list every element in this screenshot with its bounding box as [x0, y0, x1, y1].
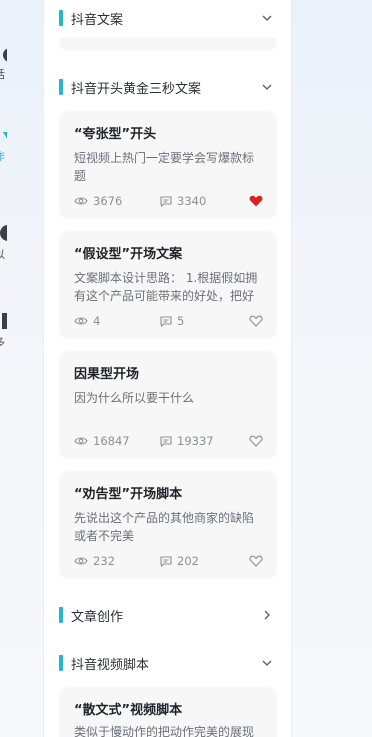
card-title: “劝告型”开场脚本	[74, 487, 183, 502]
app-root: 话 作 以 多 抖音文案 抖音开头黄金三秒文案 “夸张	[0, 0, 372, 737]
heart-filled-icon[interactable]	[249, 195, 263, 207]
left-rail: 话 作 以 多	[0, 0, 40, 737]
section-title: 文章创作	[71, 609, 124, 625]
card-title: “夸张型”开头	[74, 127, 157, 142]
card-description: 先说出这个产品的其他商家的缺陷或者不完美	[74, 511, 255, 543]
eye-icon	[74, 197, 88, 205]
template-card[interactable]: “劝告型”开场脚本 先说出这个产品的其他商家的缺陷或者不完美 232 202	[59, 471, 277, 578]
comments-value: 3340	[177, 194, 207, 208]
chevron-down-icon	[262, 84, 272, 90]
views-value: 4	[93, 314, 101, 328]
rail-item-label: 作	[0, 148, 5, 164]
comments-value: 202	[177, 554, 199, 568]
template-panel: 抖音文案 抖音开头黄金三秒文案 “夸张型”开头 短视频上热门一定要学会写爆款标题…	[43, 0, 292, 737]
template-card[interactable]: “夸张型”开头 短视频上热门一定要学会写爆款标题 3676 3340	[59, 111, 277, 218]
card-title: “假设型”开场文案	[74, 247, 183, 262]
section-accent-bar	[59, 655, 63, 671]
card-title: 因果型开场	[74, 367, 140, 382]
chevron-right-icon	[264, 610, 270, 620]
card-description: 短视频上热门一定要学会写爆款标题	[74, 151, 255, 183]
eye-icon	[74, 317, 88, 325]
rail-item-2[interactable]: 作	[0, 130, 14, 164]
card-description: 文案脚本设计思路： 1.根据假如拥有这个产品可能带来的好处，把好	[74, 271, 258, 303]
rail-item-3[interactable]: 以	[0, 224, 14, 262]
views-value: 232	[93, 554, 115, 568]
comments-count: 5	[160, 314, 184, 328]
section-video-script[interactable]: 抖音视频脚本	[59, 653, 273, 673]
chevron-down-icon	[262, 660, 272, 666]
template-card[interactable]: 因果型开场 因为什么所以要干什么 16847 19337	[59, 351, 277, 458]
collapsed-card-edge	[59, 38, 277, 50]
views-count: 232	[74, 554, 160, 568]
section-accent-bar	[59, 607, 63, 623]
comment-icon	[160, 555, 172, 567]
views-value: 16847	[93, 434, 130, 448]
card-meta: 4 5	[74, 314, 263, 328]
section-title: 抖音视频脚本	[71, 657, 150, 673]
template-card[interactable]: “散文式”视频脚本 类似于慢动作的把动作完美的展现	[59, 687, 277, 737]
comment-icon	[160, 435, 172, 447]
views-count: 4	[74, 314, 160, 328]
comments-count: 3340	[160, 194, 206, 208]
heart-outline-icon[interactable]	[249, 315, 263, 327]
comment-icon	[160, 195, 172, 207]
rail-item-1[interactable]: 话	[0, 48, 14, 82]
card-meta: 16847 19337	[74, 434, 263, 448]
card-title: “散文式”视频脚本	[74, 703, 183, 718]
views-count: 16847	[74, 434, 160, 448]
rail-item-label: 话	[0, 66, 5, 82]
comments-value: 5	[177, 314, 185, 328]
section-golden-opening[interactable]: 抖音开头黄金三秒文案	[59, 77, 273, 97]
card-description: 因为什么所以要干什么	[74, 391, 195, 405]
card-meta: 232 202	[74, 554, 263, 568]
card-meta: 3676 3340	[74, 194, 263, 208]
views-value: 3676	[93, 194, 123, 208]
comments-count: 19337	[160, 434, 214, 448]
comment-icon	[160, 315, 172, 327]
pin-icon	[3, 48, 7, 62]
views-count: 3676	[74, 194, 160, 208]
heart-outline-icon[interactable]	[249, 435, 263, 447]
template-card[interactable]: “假设型”开场文案 文案脚本设计思路： 1.根据假如拥有这个产品可能带来的好处，…	[59, 231, 277, 338]
card-description: 类似于慢动作的把动作完美的展现	[74, 725, 255, 737]
comments-count: 202	[160, 554, 199, 568]
comments-value: 19337	[177, 434, 214, 448]
rail-item-label: 多	[0, 334, 5, 350]
rail-item-4[interactable]: 多	[0, 312, 14, 350]
circle-icon	[0, 225, 7, 241]
section-article-creation[interactable]: 文章创作	[59, 605, 273, 625]
rail-item-label: 以	[0, 246, 5, 262]
section-accent-bar	[59, 79, 63, 95]
eye-icon	[74, 557, 88, 565]
doc-icon	[2, 313, 7, 329]
heart-outline-icon[interactable]	[249, 555, 263, 567]
pen-icon	[3, 132, 7, 139]
section-title: 抖音开头黄金三秒文案	[71, 81, 202, 97]
eye-icon	[74, 437, 88, 445]
